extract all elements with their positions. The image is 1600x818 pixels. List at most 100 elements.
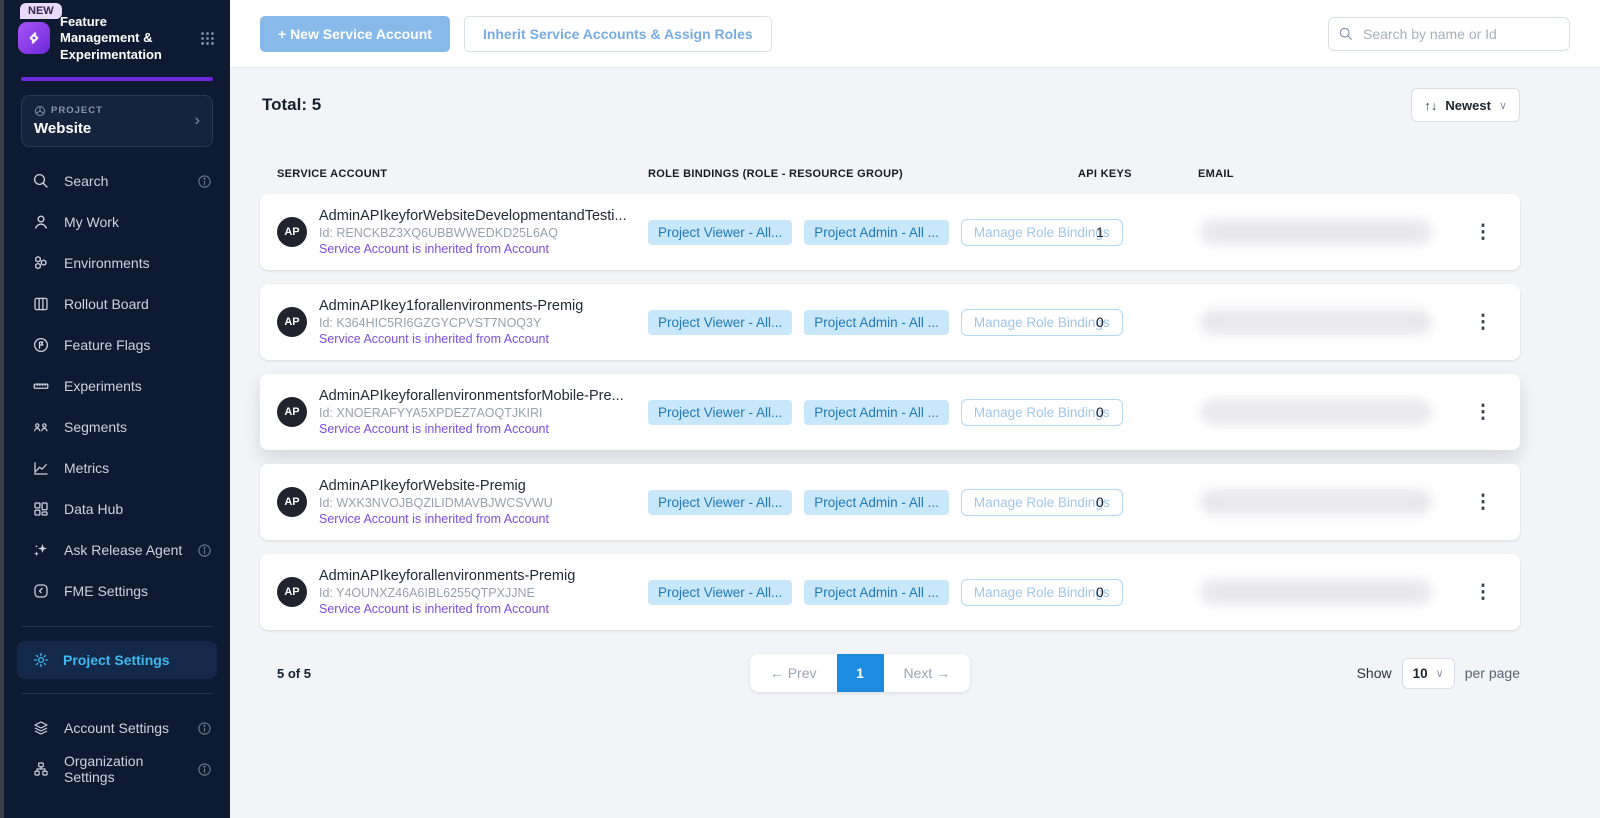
pagination-count: 5 of 5 — [260, 666, 460, 681]
project-label: PROJECT — [51, 105, 103, 116]
avatar: AP — [277, 217, 307, 247]
role-badge: Project Viewer - All... — [648, 310, 792, 335]
info-icon[interactable] — [197, 174, 212, 189]
sidebar-item-rollout-board[interactable]: Rollout Board — [4, 284, 230, 325]
per-page-select[interactable]: 10 ∨ — [1402, 658, 1455, 689]
inherited-note: Service Account is inherited from Accoun… — [319, 332, 583, 346]
api-keys-count: 0 — [1078, 494, 1198, 510]
project-selector[interactable]: PROJECT Website › — [21, 95, 213, 147]
col-email: EMAIL — [1198, 168, 1463, 180]
row-menu-kebab-icon[interactable]: ⋮ — [1463, 223, 1503, 242]
search-icon — [1338, 26, 1354, 42]
role-badge: Project Admin - All ... — [804, 400, 949, 425]
table-row: AP AdminAPIkey1forallenvironments-Premig… — [260, 284, 1520, 360]
sidebar-item-feature-flags[interactable]: Feature Flags — [4, 325, 230, 366]
show-label: Show — [1357, 665, 1392, 681]
info-icon[interactable] — [197, 762, 212, 777]
total-count: Total: 5 — [260, 95, 321, 115]
chevron-down-icon: ∨ — [1499, 99, 1507, 112]
app-window: NEW Feature Management & Experimentation… — [0, 0, 1600, 818]
api-keys-count: 0 — [1078, 584, 1198, 600]
sidebar-item-environments[interactable]: Environments — [4, 243, 230, 284]
api-keys-count: 0 — [1078, 404, 1198, 420]
prev-page-button[interactable]: ← Prev — [750, 654, 837, 692]
table-row: AP AdminAPIkeyforWebsite-Premig Id: WXK3… — [260, 464, 1520, 540]
app-switcher-grid-icon[interactable] — [199, 30, 216, 47]
brand-underline — [21, 77, 213, 81]
search-input[interactable] — [1328, 17, 1570, 51]
app-title: Feature Management & Experimentation — [60, 14, 175, 63]
role-badge: Project Viewer - All... — [648, 490, 792, 515]
sidebar-item-metrics[interactable]: Metrics — [4, 448, 230, 489]
inherited-note: Service Account is inherited from Accoun… — [319, 422, 624, 436]
sidebar-header: NEW Feature Management & Experimentation — [4, 0, 230, 73]
new-badge: NEW — [20, 3, 62, 19]
sidebar-item-search[interactable]: Search — [4, 161, 230, 202]
hexagons-icon — [32, 254, 50, 272]
divider — [21, 626, 213, 627]
new-service-account-button[interactable]: + New Service Account — [260, 16, 450, 52]
chevron-down-icon: ∨ — [1436, 667, 1444, 680]
service-account-name: AdminAPIkey1forallenvironments-Premig — [319, 298, 583, 314]
sidebar-item-data-hub[interactable]: Data Hub — [4, 489, 230, 530]
row-menu-kebab-icon[interactable]: ⋮ — [1463, 403, 1503, 422]
email-redacted — [1200, 219, 1432, 245]
ruler-icon — [32, 377, 50, 395]
layers-gear-icon — [32, 719, 50, 737]
api-keys-count: 0 — [1078, 314, 1198, 330]
service-account-id: Id: K364HIC5RI6GZGYCPVST7NOQ3Y — [319, 316, 583, 330]
api-keys-count: 1 — [1078, 224, 1198, 240]
sidebar-item-fme-settings[interactable]: FME Settings — [4, 571, 230, 612]
sidebar-item-my-work[interactable]: My Work — [4, 202, 230, 243]
sidebar-item-project-settings[interactable]: Project Settings — [17, 641, 217, 679]
row-menu-kebab-icon[interactable]: ⋮ — [1463, 493, 1503, 512]
next-page-button[interactable]: Next → — [884, 654, 971, 692]
service-account-name: AdminAPIkeyforallenvironmentsforMobile-P… — [319, 388, 624, 404]
table-row: AP AdminAPIkeyforallenvironments-Premig … — [260, 554, 1520, 630]
role-badge: Project Viewer - All... — [648, 580, 792, 605]
current-page-button[interactable]: 1 — [837, 654, 884, 692]
top-toolbar: + New Service Account Inherit Service Ac… — [230, 0, 1600, 68]
people-icon — [32, 418, 50, 436]
chevron-right-icon: › — [195, 112, 200, 130]
sidebar-item-segments[interactable]: Segments — [4, 407, 230, 448]
email-redacted — [1200, 309, 1432, 335]
gear-icon — [32, 651, 50, 669]
service-account-id: Id: RENCKBZ3XQ6UBBWWEDKD25L6AQ — [319, 226, 627, 240]
row-menu-kebab-icon[interactable]: ⋮ — [1463, 583, 1503, 602]
sidebar-item-account-settings[interactable]: Account Settings — [4, 708, 230, 749]
email-redacted — [1200, 399, 1432, 425]
info-icon[interactable] — [197, 721, 212, 736]
data-grid-icon — [32, 500, 50, 518]
project-name: Website — [34, 120, 195, 137]
role-badge: Project Admin - All ... — [804, 220, 949, 245]
col-service-account: SERVICE ACCOUNT — [277, 168, 648, 180]
table-row: AP AdminAPIkeyforallenvironmentsforMobil… — [260, 374, 1520, 450]
sidebar-item-experiments[interactable]: Experiments — [4, 366, 230, 407]
info-icon[interactable] — [197, 543, 212, 558]
flag-circle-icon — [32, 336, 50, 354]
line-chart-icon — [32, 459, 50, 477]
sort-dropdown[interactable]: ↑↓ Newest ∨ — [1411, 88, 1520, 122]
inherited-note: Service Account is inherited from Accoun… — [319, 242, 627, 256]
inherit-service-accounts-button[interactable]: Inherit Service Accounts & Assign Roles — [464, 16, 772, 52]
table-header: SERVICE ACCOUNT ROLE BINDINGS (ROLE - RE… — [260, 168, 1520, 194]
sidebar-nav: Search My Work Environments Rollout Boar… — [4, 161, 230, 612]
service-account-id: Id: XNOERAFYYA5XPDEZ7AOQTJKIRI — [319, 406, 624, 420]
service-account-id: Id: WXK3NVOJBQZILIDMAVBJWCSVWU — [319, 496, 553, 510]
role-badge: Project Admin - All ... — [804, 310, 949, 335]
row-menu-kebab-icon[interactable]: ⋮ — [1463, 313, 1503, 332]
avatar: AP — [277, 577, 307, 607]
table-row: AP AdminAPIkeyforWebsiteDevelopmentandTe… — [260, 194, 1520, 270]
service-account-name: AdminAPIkeyforWebsiteDevelopmentandTesti… — [319, 208, 627, 224]
service-account-id: Id: Y4OUNXZ46A6IBL6255QTPXJJNE — [319, 586, 575, 600]
divider — [21, 693, 213, 694]
sidebar-item-organization-settings[interactable]: Organization Settings — [4, 749, 230, 790]
avatar: AP — [277, 397, 307, 427]
user-icon — [32, 213, 50, 231]
col-role-bindings: ROLE BINDINGS (ROLE - RESOURCE GROUP) — [648, 168, 1078, 180]
avatar: AP — [277, 487, 307, 517]
sidebar-item-ask-release-agent[interactable]: Ask Release Agent — [4, 530, 230, 571]
role-badge: Project Admin - All ... — [804, 580, 949, 605]
content-area: Total: 5 ↑↓ Newest ∨ SERVICE ACCOUNT ROL… — [230, 68, 1600, 818]
